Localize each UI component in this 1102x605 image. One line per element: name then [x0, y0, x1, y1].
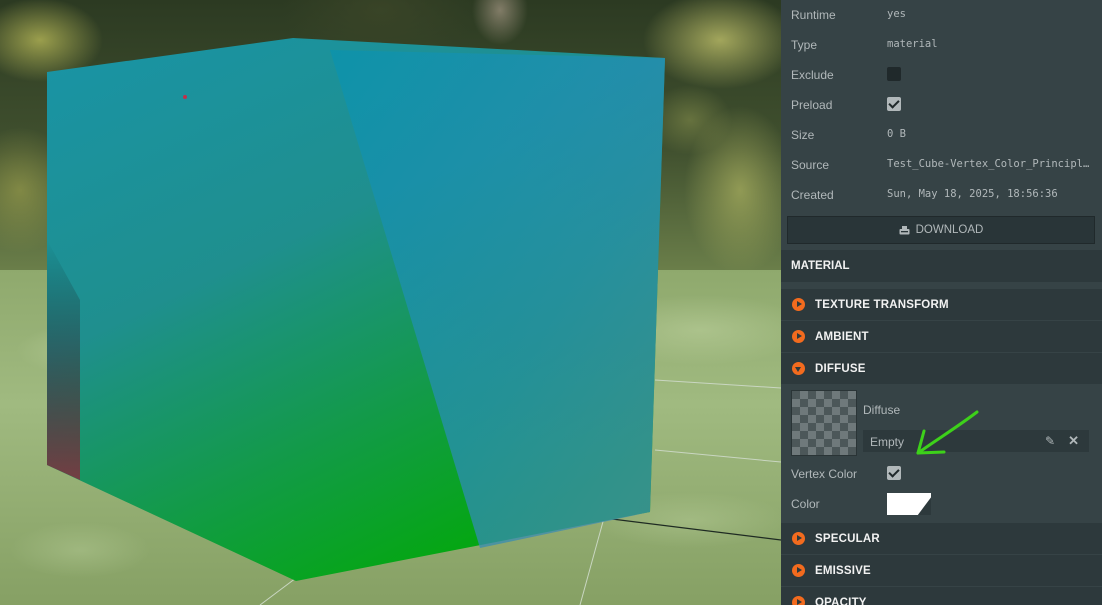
color-row: Color	[781, 489, 1102, 519]
preload-checkbox[interactable]	[887, 97, 901, 111]
download-label: DOWNLOAD	[915, 224, 984, 236]
vertex-color-cube[interactable]	[0, 0, 781, 605]
created-value: Sun, May 18, 2025, 18:56:36	[887, 188, 1058, 200]
created-label: Created	[791, 188, 834, 202]
material-header[interactable]: MATERIAL	[781, 250, 1102, 282]
expand-arrow-icon	[792, 298, 805, 311]
group-specular[interactable]: SPECULAR	[781, 522, 1102, 555]
diffuse-body: Diffuse Empty ✎ ✕ Vertex Color Color	[781, 384, 1102, 522]
inspector-panel: Runtime yes Type material Exclude Preloa…	[781, 0, 1102, 605]
group-texture-transform-title: TEXTURE TRANSFORM	[815, 299, 949, 311]
group-ambient-title: AMBIENT	[815, 331, 869, 343]
diffuse-texture-thumbnail[interactable]	[791, 390, 857, 456]
group-emissive-title: EMISSIVE	[815, 565, 871, 577]
created-row: Created Sun, May 18, 2025, 18:56:36	[781, 180, 1102, 210]
material-title: MATERIAL	[791, 260, 850, 272]
exclude-label: Exclude	[791, 68, 834, 82]
group-texture-transform[interactable]: TEXTURE TRANSFORM	[781, 288, 1102, 321]
source-value[interactable]: Test_Cube-Vertex_Color_Principled_BSDF.g…	[887, 158, 1093, 170]
group-specular-title: SPECULAR	[815, 533, 880, 545]
type-row: Type material	[781, 30, 1102, 60]
size-label: Size	[791, 128, 815, 142]
preload-label: Preload	[791, 98, 833, 112]
vertex-color-label: Vertex Color	[791, 467, 858, 481]
group-diffuse[interactable]: DIFFUSE	[781, 352, 1102, 385]
group-emissive[interactable]: EMISSIVE	[781, 554, 1102, 587]
exclude-row: Exclude	[781, 60, 1102, 90]
expand-arrow-icon	[792, 564, 805, 577]
close-icon[interactable]: ✕	[1068, 433, 1079, 449]
group-diffuse-title: DIFFUSE	[815, 363, 866, 375]
download-icon	[899, 226, 910, 235]
group-opacity-title: OPACITY	[815, 597, 867, 605]
diffuse-texture-value: Empty	[870, 435, 905, 449]
diffuse-texture-field[interactable]: Empty ✎ ✕	[863, 430, 1089, 452]
color-label: Color	[791, 497, 820, 511]
expand-arrow-icon	[792, 532, 805, 545]
size-value: 0 B	[887, 128, 906, 140]
collapse-arrow-icon	[792, 362, 805, 375]
exclude-checkbox[interactable]	[887, 67, 901, 81]
type-label: Type	[791, 38, 818, 52]
vertex-color-row: Vertex Color	[781, 459, 1102, 489]
type-value: material	[887, 38, 938, 50]
scene-viewport[interactable]	[0, 0, 781, 605]
diffuse-texture-label: Diffuse	[863, 403, 901, 417]
group-opacity[interactable]: OPACITY	[781, 586, 1102, 605]
preload-row: Preload	[781, 90, 1102, 120]
runtime-row: Runtime yes	[781, 0, 1102, 30]
runtime-label: Runtime	[791, 8, 836, 22]
expand-arrow-icon	[792, 596, 805, 605]
source-label: Source	[791, 158, 830, 172]
pencil-icon[interactable]: ✎	[1045, 434, 1055, 448]
download-button[interactable]: DOWNLOAD	[787, 216, 1095, 244]
source-row: Source Test_Cube-Vertex_Color_Principled…	[781, 150, 1102, 180]
group-ambient[interactable]: AMBIENT	[781, 320, 1102, 353]
size-row: Size 0 B	[781, 120, 1102, 150]
vertex-color-checkbox[interactable]	[887, 466, 901, 480]
runtime-value: yes	[887, 8, 906, 20]
expand-arrow-icon	[792, 330, 805, 343]
